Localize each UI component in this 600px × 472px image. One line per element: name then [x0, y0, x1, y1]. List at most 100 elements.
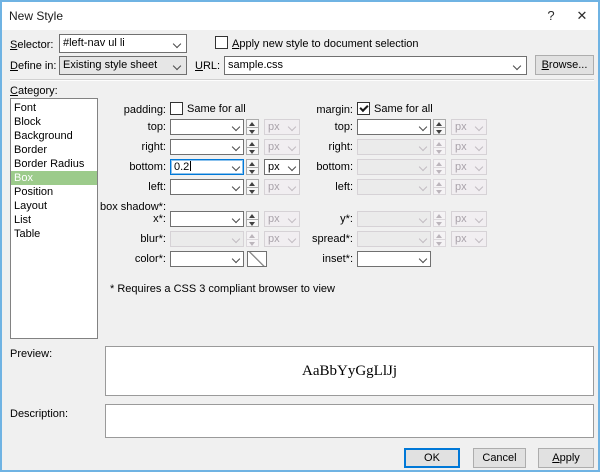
- category-item-position[interactable]: Position: [11, 185, 97, 199]
- chevron-down-icon: [419, 255, 427, 263]
- chevron-down-icon: [475, 123, 483, 131]
- spinner-down-button[interactable]: [246, 127, 259, 136]
- category-item-font[interactable]: Font: [11, 101, 97, 115]
- unit-value: px: [455, 233, 467, 245]
- category-item-border-radius[interactable]: Border Radius: [11, 157, 97, 171]
- spinner-down-button[interactable]: [246, 219, 259, 228]
- unit-value: px: [268, 121, 280, 133]
- define-in-label: Define in:: [10, 58, 56, 74]
- unit-value: px: [268, 213, 280, 225]
- chevron-down-icon: [419, 215, 427, 223]
- category-item-block[interactable]: Block: [11, 115, 97, 129]
- unit-value: px: [455, 181, 467, 193]
- category-item-box-selected[interactable]: Box: [11, 171, 97, 185]
- spinner-down-button[interactable]: [433, 127, 446, 136]
- shadow-spread-value-combo: [357, 231, 431, 247]
- shadow-x-label: x*:: [94, 211, 166, 227]
- help-icon: ?: [547, 8, 554, 23]
- selector-value: #left-nav ul li: [63, 37, 125, 49]
- separator: [10, 79, 594, 81]
- margin-right-unit-select: px: [451, 139, 487, 155]
- browse-button[interactable]: Browse...: [535, 55, 594, 75]
- shadow-y-label: y*:: [282, 211, 353, 227]
- spinner-down-button: [433, 219, 446, 228]
- window-title: New Style: [9, 9, 63, 23]
- padding-left-stepper[interactable]: [246, 179, 259, 195]
- spinner-down-button[interactable]: [246, 167, 259, 176]
- padding-top-value-combo[interactable]: [170, 119, 244, 135]
- padding-left-label: left:: [94, 179, 166, 195]
- margin-bottom-stepper: [433, 159, 446, 175]
- shadow-x-stepper[interactable]: [246, 211, 259, 227]
- category-item-layout[interactable]: Layout: [11, 199, 97, 213]
- shadow-inset-combo[interactable]: [357, 251, 431, 267]
- margin-same-for-all-checkbox[interactable]: [357, 102, 370, 115]
- unit-value: px: [268, 141, 280, 153]
- unit-value: px: [268, 233, 280, 245]
- category-item-background[interactable]: Background: [11, 129, 97, 143]
- margin-left-unit-select: px: [451, 179, 487, 195]
- spinner-down-button[interactable]: [246, 147, 259, 156]
- padding-top-stepper[interactable]: [246, 119, 259, 135]
- chevron-down-icon: [232, 183, 240, 191]
- shadow-color-label: color*:: [94, 251, 166, 267]
- shadow-spread-label: spread*:: [282, 231, 353, 247]
- spinner-down-button[interactable]: [246, 187, 259, 196]
- padding-same-for-all-checkbox[interactable]: [170, 102, 183, 115]
- apply-button[interactable]: Apply: [538, 448, 594, 468]
- define-in-value: Existing style sheet: [63, 59, 157, 71]
- category-item-table[interactable]: Table: [11, 227, 97, 241]
- shadow-color-swatch-button[interactable]: [247, 251, 267, 267]
- shadow-blur-value-combo: [170, 231, 244, 247]
- description-field[interactable]: [105, 404, 594, 438]
- apply-to-selection-checkbox[interactable]: [215, 36, 228, 49]
- margin-right-label: right:: [282, 139, 353, 155]
- category-label: Category:: [10, 83, 58, 99]
- shadow-inset-label: inset*:: [282, 251, 353, 267]
- chevron-down-icon: [419, 123, 427, 131]
- preview-sample-text: AaBbYyGgLlJj: [302, 363, 397, 379]
- preview-label: Preview:: [10, 346, 52, 362]
- chevron-down-icon: [232, 163, 240, 171]
- margin-top-unit-select: px: [451, 119, 487, 135]
- url-value: sample.css: [228, 59, 283, 71]
- padding-left-value-combo[interactable]: [170, 179, 244, 195]
- cancel-button[interactable]: Cancel: [473, 448, 526, 468]
- close-button[interactable]: ✕: [566, 2, 598, 30]
- margin-right-value-combo: [357, 139, 431, 155]
- shadow-y-unit-select: px: [451, 211, 487, 227]
- url-label: URL:: [195, 58, 220, 74]
- unit-value: px: [268, 181, 280, 193]
- define-in-select[interactable]: Existing style sheet: [59, 56, 187, 75]
- help-button[interactable]: ?: [535, 2, 567, 30]
- new-style-dialog: New Style ? ✕ Selector: #left-nav ul li …: [0, 0, 600, 472]
- chevron-down-icon: [232, 255, 240, 263]
- margin-right-stepper: [433, 139, 446, 155]
- category-item-list[interactable]: List: [11, 213, 97, 227]
- spinner-down-button: [433, 187, 446, 196]
- margin-bottom-label: bottom:: [282, 159, 353, 175]
- shadow-spread-stepper: [433, 231, 446, 247]
- margin-top-stepper[interactable]: [433, 119, 446, 135]
- margin-bottom-unit-select: px: [451, 159, 487, 175]
- padding-right-value-combo[interactable]: [170, 139, 244, 155]
- padding-top-label: top:: [94, 119, 166, 135]
- chevron-down-icon: [475, 163, 483, 171]
- margin-top-value-combo[interactable]: [357, 119, 431, 135]
- padding-bottom-value-combo[interactable]: 0.2: [170, 159, 244, 175]
- chevron-down-icon: [475, 143, 483, 151]
- margin-top-label: top:: [282, 119, 353, 135]
- padding-right-stepper[interactable]: [246, 139, 259, 155]
- ok-button[interactable]: OK: [404, 448, 460, 468]
- padding-bottom-label: bottom:: [94, 159, 166, 175]
- spinner-down-button: [433, 167, 446, 176]
- selector-combo[interactable]: #left-nav ul li: [59, 34, 187, 53]
- url-combo[interactable]: sample.css: [224, 56, 527, 75]
- spinner-down-button: [246, 239, 259, 248]
- shadow-x-value-combo[interactable]: [170, 211, 244, 227]
- category-item-border[interactable]: Border: [11, 143, 97, 157]
- shadow-color-combo[interactable]: [170, 251, 244, 267]
- margin-same-for-all-label: Same for all: [374, 101, 433, 117]
- padding-bottom-stepper[interactable]: [246, 159, 259, 175]
- category-list[interactable]: Font Block Background Border Border Radi…: [10, 98, 98, 339]
